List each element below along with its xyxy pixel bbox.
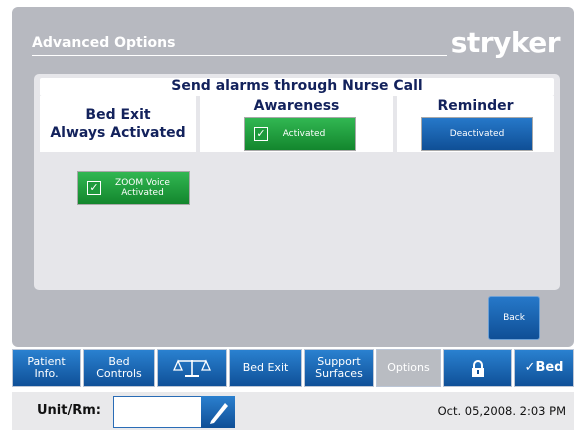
options-screen: Advanced Options stryker Send alarms thr… <box>12 7 574 347</box>
zoom-voice-line1: ZOOM Voice <box>115 178 170 188</box>
panel-title: Send alarms through Nurse Call <box>171 78 423 94</box>
scale-icon <box>173 359 211 377</box>
zoom-voice-line2: Activated <box>121 188 164 198</box>
nurse-call-panel: Send alarms through Nurse Call Bed Exit … <box>34 74 560 290</box>
unit-room-label: Unit/Rm: <box>37 403 101 418</box>
bottom-tab-bar: Patient Info. Bed Controls Bed Exit Suppor… <box>12 348 574 388</box>
title-underline <box>32 55 447 56</box>
bed-exit-cell: Bed Exit Always Activated <box>40 96 196 152</box>
stryker-logo: stryker <box>450 26 561 59</box>
tab-patient-info-line2: Info. <box>34 367 59 380</box>
checkbox-checked-icon: ✓ <box>87 181 101 195</box>
reminder-cell: Reminder Deactivated <box>397 96 554 152</box>
tab-support-surfaces-line2: Surfaces <box>315 367 363 380</box>
bed-check-icon: ✓ <box>524 360 536 375</box>
tab-bed-controls-line2: Controls <box>96 367 142 380</box>
tab-bed-check[interactable]: ✓ Bed <box>514 349 574 387</box>
bed-exit-label: Bed Exit Always Activated <box>40 106 196 142</box>
tab-options[interactable]: Options <box>376 349 441 387</box>
date-time-display: Oct. 05,2008. 2:03 PM <box>437 404 566 418</box>
lock-icon <box>471 359 484 377</box>
tab-scale[interactable] <box>157 349 227 387</box>
tab-bed-exit[interactable]: Bed Exit <box>229 349 302 387</box>
alarm-options-row: Bed Exit Always Activated Awareness ✓ Ac… <box>40 96 554 152</box>
reminder-title: Reminder <box>437 98 514 114</box>
awareness-cell: Awareness ✓ Activated <box>200 96 393 152</box>
bed-exit-line1: Bed Exit <box>85 107 151 123</box>
awareness-button-label: Activated <box>282 129 326 139</box>
tab-bed-check-label: Bed <box>535 360 564 375</box>
status-footer: Unit/Rm: Oct. 05,2008. 2:03 PM <box>12 392 574 430</box>
reminder-button-label: Deactivated <box>449 129 505 139</box>
checkbox-checked-icon: ✓ <box>254 127 268 141</box>
edit-unit-button[interactable] <box>201 396 235 428</box>
bed-exit-line2: Always Activated <box>50 125 186 141</box>
reminder-toggle-button[interactable]: Deactivated <box>421 117 533 151</box>
tab-bed-controls[interactable]: Bed Controls <box>83 349 155 387</box>
awareness-toggle-button[interactable]: ✓ Activated <box>244 117 356 151</box>
tab-lock[interactable] <box>443 349 512 387</box>
zoom-voice-label: ZOOM Voice Activated <box>115 178 170 198</box>
zoom-voice-toggle-button[interactable]: ✓ ZOOM Voice Activated <box>77 171 190 205</box>
page-title: Advanced Options <box>32 35 176 51</box>
pencil-icon <box>210 403 228 424</box>
tab-patient-info[interactable]: Patient Info. <box>12 349 81 387</box>
tab-support-surfaces[interactable]: Support Surfaces <box>304 349 374 387</box>
awareness-title: Awareness <box>253 98 340 114</box>
back-button[interactable]: Back <box>488 296 540 340</box>
